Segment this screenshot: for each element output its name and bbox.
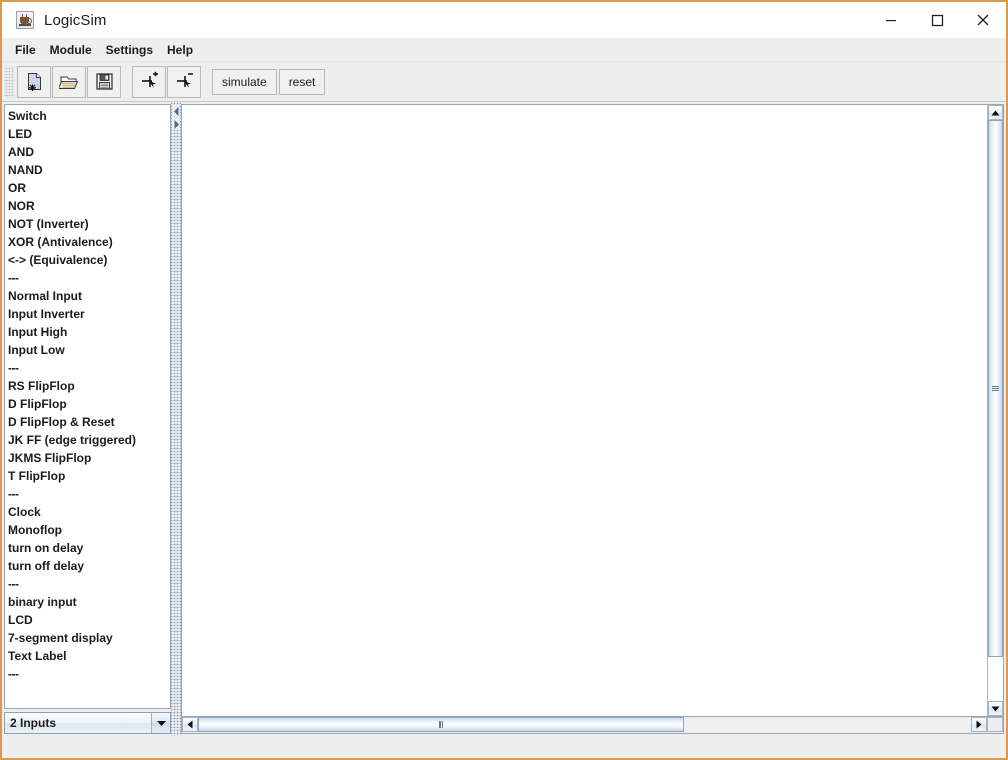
component-separator: --- (8, 359, 170, 377)
component-list-item[interactable]: XOR (Antivalence) (8, 233, 170, 251)
component-list-item[interactable]: NOT (Inverter) (8, 215, 170, 233)
component-list-item[interactable]: Switch (8, 107, 170, 125)
component-list-item[interactable]: Text Label (8, 647, 170, 665)
menu-help[interactable]: Help (160, 40, 200, 60)
horizontal-scroll-thumb[interactable] (198, 717, 684, 732)
component-list-item[interactable]: Input Inverter (8, 305, 170, 323)
component-list-item[interactable]: LCD (8, 611, 170, 629)
window-controls (868, 2, 1006, 38)
toolbar: simulate reset (2, 62, 1006, 102)
open-folder-icon (59, 71, 80, 92)
horizontal-scrollbar[interactable] (181, 717, 1004, 734)
component-list-item[interactable]: OR (8, 179, 170, 197)
zoom-button-group (132, 66, 202, 98)
component-list-item[interactable]: D FlipFlop & Reset (8, 413, 170, 431)
new-document-icon (24, 71, 45, 92)
split-pane-divider[interactable] (171, 102, 181, 736)
component-list-item[interactable]: RS FlipFlop (8, 377, 170, 395)
component-list-item[interactable]: turn on delay (8, 539, 170, 557)
collapse-right-button[interactable] (172, 118, 180, 130)
component-list-item[interactable]: Normal Input (8, 287, 170, 305)
cursor-minus-icon (174, 71, 195, 92)
menu-bar: File Module Settings Help (2, 38, 1006, 62)
component-separator: --- (8, 485, 170, 503)
maximize-button[interactable] (914, 2, 960, 38)
component-separator: --- (8, 665, 170, 683)
component-list-item[interactable]: NOR (8, 197, 170, 215)
component-list-item[interactable]: JKMS FlipFlop (8, 449, 170, 467)
circuit-canvas[interactable] (182, 105, 987, 716)
scroll-up-button[interactable] (988, 105, 1003, 120)
component-list-item[interactable]: LED (8, 125, 170, 143)
grip-lines-icon (439, 721, 444, 728)
scroll-right-button[interactable] (971, 717, 987, 732)
grip-lines-icon (992, 386, 999, 391)
component-list-item[interactable]: Monoflop (8, 521, 170, 539)
vertical-scroll-track[interactable] (988, 120, 1003, 701)
application-window: LogicSim File Module Settings Help (0, 0, 1008, 760)
split-pane: SwitchLEDANDNANDORNORNOT (Inverter)XOR (… (2, 102, 1006, 736)
component-list-item[interactable]: turn off delay (8, 557, 170, 575)
vertical-scrollbar[interactable] (987, 105, 1003, 716)
save-file-button[interactable] (87, 66, 121, 98)
component-list-item[interactable]: Input High (8, 323, 170, 341)
component-list-item[interactable]: binary input (8, 593, 170, 611)
canvas-scroll-area (181, 104, 1004, 717)
window-title: LogicSim (44, 12, 107, 29)
drag-grip[interactable] (4, 66, 14, 98)
vertical-scroll-thumb[interactable] (988, 120, 1003, 657)
reset-button[interactable]: reset (279, 69, 326, 95)
component-separator: --- (8, 269, 170, 287)
canvas-pane (181, 102, 1006, 736)
sidebar: SwitchLEDANDNANDORNORNOT (Inverter)XOR (… (2, 102, 171, 736)
minimize-button[interactable] (868, 2, 914, 38)
cursor-plus-icon (139, 71, 160, 92)
horizontal-scroll-track[interactable] (198, 717, 971, 733)
java-coffee-cup-icon (16, 11, 34, 29)
menu-settings[interactable]: Settings (99, 40, 160, 60)
component-list-item[interactable]: Input Low (8, 341, 170, 359)
component-separator: --- (8, 575, 170, 593)
file-button-group (17, 66, 122, 98)
simulate-button[interactable]: simulate (212, 69, 277, 95)
open-file-button[interactable] (52, 66, 86, 98)
menu-module[interactable]: Module (43, 40, 99, 60)
inputs-select[interactable]: 2 Inputs (4, 712, 171, 734)
component-list[interactable]: SwitchLEDANDNANDORNORNOT (Inverter)XOR (… (4, 104, 171, 709)
component-list-item[interactable]: <-> (Equivalence) (8, 251, 170, 269)
floppy-disk-save-icon (94, 71, 115, 92)
new-file-button[interactable] (17, 66, 51, 98)
scrollbar-corner (987, 717, 1003, 732)
component-list-item[interactable]: D FlipFlop (8, 395, 170, 413)
chevron-down-icon[interactable] (151, 713, 170, 733)
simulation-button-group: simulate reset (212, 69, 327, 95)
collapse-left-button[interactable] (172, 105, 180, 117)
component-list-item[interactable]: NAND (8, 161, 170, 179)
menu-file[interactable]: File (8, 40, 43, 60)
title-bar: LogicSim (2, 2, 1006, 38)
scroll-left-button[interactable] (182, 717, 198, 732)
zoom-out-button[interactable] (167, 66, 201, 98)
component-list-item[interactable]: Clock (8, 503, 170, 521)
component-list-item[interactable]: JK FF (edge triggered) (8, 431, 170, 449)
component-list-item[interactable]: 7-segment display (8, 629, 170, 647)
zoom-in-button[interactable] (132, 66, 166, 98)
inputs-select-value: 2 Inputs (5, 716, 151, 730)
component-list-item[interactable]: T FlipFlop (8, 467, 170, 485)
component-list-item[interactable]: AND (8, 143, 170, 161)
scroll-down-button[interactable] (988, 701, 1003, 716)
close-button[interactable] (960, 2, 1006, 38)
status-bar (2, 736, 1006, 758)
